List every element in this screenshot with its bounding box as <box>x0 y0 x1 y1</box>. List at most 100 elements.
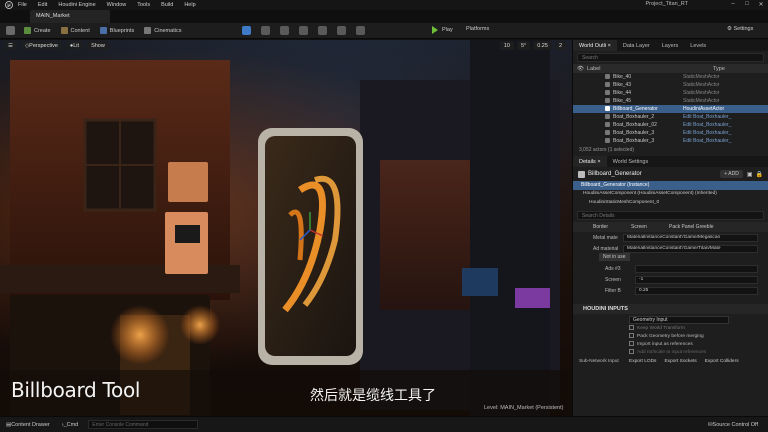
details-search-input[interactable]: Search Details <box>577 211 764 220</box>
list-item[interactable]: Boat_Boxhauler_2 Edit Boat_Boxhauler_ <box>573 113 768 121</box>
viewport-options-button[interactable]: ☰ <box>4 41 17 50</box>
export-lods-checkbox[interactable]: Export LODs <box>629 359 656 364</box>
create-button[interactable]: Create <box>20 25 55 37</box>
checkbox[interactable] <box>629 333 634 338</box>
cinematics-label: Cinematics <box>154 27 182 34</box>
pack-geometry-row[interactable]: Pack Geometry before merging <box>573 333 768 341</box>
component-row[interactable]: HoudiniStaticMeshComponent_0 <box>573 199 768 208</box>
landscape-icon[interactable] <box>261 26 271 35</box>
menu-tools[interactable]: Tools <box>137 2 150 8</box>
content-label: Content <box>70 27 90 34</box>
instance-row[interactable]: Billboard_Generator (Instance) <box>573 181 768 190</box>
maximize-icon[interactable]: □ <box>742 1 752 9</box>
geometry-input-row: Geometry Input <box>573 314 768 325</box>
blueprints-label: Blueprints <box>109 27 135 34</box>
export-sockets-checkbox[interactable]: Export Sockets <box>664 359 696 364</box>
select-mode-icon[interactable] <box>242 26 252 35</box>
keep-world-row[interactable]: Keep World Transform <box>573 325 768 333</box>
close-icon[interactable]: ✕ <box>756 1 766 9</box>
show-button[interactable]: Show <box>87 41 109 50</box>
content-drawer-button[interactable]: ▤ Content Drawer <box>0 422 56 428</box>
checkbox[interactable] <box>629 341 634 346</box>
modeling-icon[interactable] <box>318 26 328 35</box>
geometry-input-select[interactable]: Geometry Input <box>629 315 729 324</box>
menu-houdini-engine[interactable]: Houdini Engine <box>58 2 95 8</box>
play-button[interactable]: Play <box>432 26 453 34</box>
add-component-button[interactable]: + ADD <box>720 170 743 178</box>
tab-world-outliner[interactable]: World Outli × <box>573 40 617 51</box>
map-tab[interactable]: MAIN_Market <box>30 10 110 23</box>
not-in-use-button[interactable]: Not in use <box>599 253 630 261</box>
tab-data-layer[interactable]: Data Layer <box>617 40 656 51</box>
col-label[interactable]: Label <box>587 66 713 72</box>
tab-world-settings[interactable]: World Settings <box>607 156 655 167</box>
menu-edit[interactable]: Edit <box>38 2 47 8</box>
grid-snap-value[interactable]: 10 <box>499 41 514 50</box>
outliner-search-input[interactable]: Search <box>577 53 764 62</box>
blueprints-button[interactable]: Blueprints <box>96 25 138 37</box>
console-input[interactable]: Enter Console Command <box>88 420 199 429</box>
list-item[interactable]: Boat_Boxhauler_3 Edit Boat_Boxhauler_ <box>573 129 768 137</box>
fracture-icon[interactable] <box>337 26 347 35</box>
tab-border[interactable]: Border <box>593 224 631 230</box>
import-refs-row[interactable]: Import input as references <box>573 341 768 349</box>
outliner-status: 3,052 actors (1 selected) <box>579 147 635 153</box>
export-colliders-checkbox[interactable]: Export Colliders <box>705 359 739 364</box>
unreal-logo-icon[interactable] <box>4 0 14 10</box>
list-item[interactable]: Boat_Boxhauler_3 Edit Boat_Boxhauler_ <box>573 137 768 145</box>
screen-field[interactable]: -1 <box>635 275 758 284</box>
menu-window[interactable]: Window <box>107 2 127 8</box>
col-type[interactable]: Type <box>713 66 725 72</box>
cafe-sign-top <box>168 162 208 202</box>
content-button[interactable]: Content <box>57 25 94 37</box>
camera-speed-value[interactable]: 2 <box>554 41 566 50</box>
filter-field[interactable]: 0.25 <box>635 286 758 295</box>
list-item[interactable]: Bike_40 StaticMeshActor <box>573 73 768 81</box>
foliage-icon[interactable] <box>280 26 290 35</box>
menu-file[interactable]: File <box>18 2 27 8</box>
brush-icon[interactable] <box>356 26 366 35</box>
blueprint-icon[interactable]: ▣ <box>747 171 753 178</box>
perspective-button[interactable]: ◇ Perspective <box>20 41 62 50</box>
screen-row: Screen -1 <box>573 274 768 285</box>
list-item[interactable]: Bike_44 StaticMeshActor <box>573 89 768 97</box>
lit-button[interactable]: ● Lit <box>65 41 84 50</box>
ad-material-field[interactable]: MaterialInstanceConstant'/Game/Titan/Mat… <box>623 244 758 253</box>
angle-snap-value[interactable]: 5° <box>516 41 531 50</box>
sub-network-label: Sub-Network Input <box>579 359 619 364</box>
scale-snap-value[interactable]: 0.25 <box>533 41 552 50</box>
billboard-screen <box>265 136 356 356</box>
houdini-inputs-section[interactable]: HOUDINI INPUTS <box>573 304 768 314</box>
cmd-button[interactable]: ›_ Cmd <box>56 422 85 428</box>
level-viewport[interactable] <box>0 40 572 416</box>
list-item[interactable]: Boat_Boxhauler_02 Edit Boat_Boxhauler_ <box>573 121 768 129</box>
checkbox[interactable] <box>629 349 634 354</box>
tab-screen[interactable]: Screen <box>631 224 669 230</box>
add-rot-row[interactable]: Add rot/scale to input references <box>573 349 768 357</box>
metal-mate-field[interactable]: MaterialInstanceConstant'/Game/Megascan <box>623 233 758 242</box>
visibility-icon[interactable]: 👁 <box>577 66 587 72</box>
list-item[interactable]: Bike_45 StaticMeshActor <box>573 97 768 105</box>
tab-layers[interactable]: Layers <box>656 40 685 51</box>
minimize-icon[interactable]: – <box>728 1 738 9</box>
save-icon[interactable] <box>6 26 15 35</box>
menu-build[interactable]: Build <box>161 2 173 8</box>
mesh-paint-icon[interactable] <box>299 26 309 35</box>
menu-help[interactable]: Help <box>184 2 195 8</box>
lit-label: Lit <box>73 42 80 49</box>
source-control-button[interactable]: ⛁ Source Control Off <box>702 422 764 428</box>
settings-button[interactable]: ⚙ Settings <box>727 26 753 32</box>
list-item[interactable]: Bike_43 StaticMeshActor <box>573 81 768 89</box>
tab-pack-panel-greeble[interactable]: Pack Panel Greeble <box>669 224 713 230</box>
tab-details[interactable]: Details × <box>573 156 607 167</box>
right-panel: World Outli × Data Layer Layers Levels S… <box>572 40 768 416</box>
platforms-button[interactable]: Platforms <box>466 26 489 32</box>
checkbox[interactable] <box>629 325 634 330</box>
tab-levels[interactable]: Levels <box>684 40 712 51</box>
list-item-selected[interactable]: Billboard_Generator HoudiniAssetActor <box>573 105 768 113</box>
component-row[interactable]: HoudiniAssetComponent (HoudiniAssetCompo… <box>573 190 768 199</box>
lock-icon[interactable]: 🔒 <box>756 171 763 178</box>
ads-field[interactable] <box>635 264 758 273</box>
play-icon <box>432 26 438 34</box>
cinematics-button[interactable]: Cinematics <box>140 25 185 37</box>
